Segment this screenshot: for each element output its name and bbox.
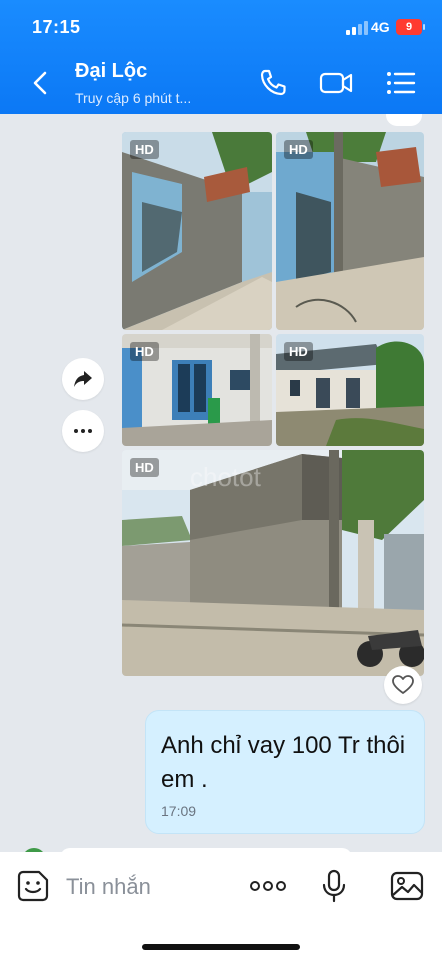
hd-badge: HD (130, 140, 159, 159)
message-text: Anh chỉ vay 100 Tr thôi em . (161, 732, 406, 793)
more-options-button[interactable] (62, 410, 104, 452)
previous-reaction-button[interactable] (386, 114, 422, 126)
message-list[interactable]: HD HD HD HD chotot HD Anh chỉ vay 100 Tr… (0, 114, 442, 854)
signal-icon (346, 21, 368, 35)
chat-header: 17:15 4G 9 Đại Lộc Truy cập 6 phút t... (0, 0, 442, 114)
react-heart-button[interactable] (384, 666, 422, 704)
chevron-left-icon (33, 71, 47, 95)
hd-badge: HD (130, 342, 159, 361)
contact-name[interactable]: Đại Lộc (75, 60, 147, 83)
share-forward-button[interactable] (62, 358, 104, 400)
contact-last-seen: Truy cập 6 phút t... (75, 90, 192, 106)
hd-badge: HD (284, 140, 313, 159)
image-gallery-icon (390, 871, 424, 901)
battery-icon: 9 (396, 19, 425, 35)
status-bar: 17:15 4G 9 (0, 0, 442, 50)
hd-badge: HD (130, 458, 159, 477)
message-input-bar: Tin nhắn (0, 852, 442, 960)
heart-icon (392, 675, 414, 694)
status-time: 17:15 (32, 17, 81, 37)
photo-wall-street-image: chotot (122, 450, 424, 676)
hd-badge: HD (284, 342, 313, 361)
forward-arrow-icon (74, 371, 92, 387)
voice-call-button[interactable] (256, 66, 290, 100)
message-input[interactable]: Tin nhắn (66, 874, 151, 900)
photo-thumbnail[interactable]: HD (122, 132, 272, 330)
sticker-button[interactable] (15, 868, 51, 904)
voice-record-button[interactable] (316, 868, 352, 904)
video-camera-icon (319, 72, 353, 94)
back-button[interactable] (26, 68, 56, 98)
message-time: 17:09 (161, 803, 197, 819)
home-indicator[interactable] (142, 944, 300, 950)
battery-level: 9 (405, 21, 413, 33)
emoji-sticker-icon (17, 870, 49, 902)
list-menu-icon (387, 72, 416, 94)
more-dots-icon (250, 881, 286, 891)
watermark-logo: chotot (190, 462, 262, 492)
network-type: 4G (371, 19, 390, 35)
more-actions-button[interactable] (249, 868, 286, 904)
phone-icon (260, 69, 286, 96)
more-dots-icon (74, 429, 92, 433)
photo-wall-pole-image (276, 132, 424, 330)
photo-wall-image (122, 132, 272, 330)
video-call-button[interactable] (318, 66, 353, 100)
photo-thumbnail[interactable]: HD (122, 334, 272, 446)
chat-menu-button[interactable] (384, 66, 418, 100)
gallery-button[interactable] (389, 868, 425, 904)
photo-thumbnail[interactable]: HD (276, 132, 424, 330)
sent-message-bubble[interactable]: Anh chỉ vay 100 Tr thôi em . 17:09 (145, 710, 425, 834)
photo-thumbnail[interactable]: HD (276, 334, 424, 446)
photo-thumbnail[interactable]: chotot HD (122, 450, 424, 676)
microphone-icon (322, 869, 346, 903)
